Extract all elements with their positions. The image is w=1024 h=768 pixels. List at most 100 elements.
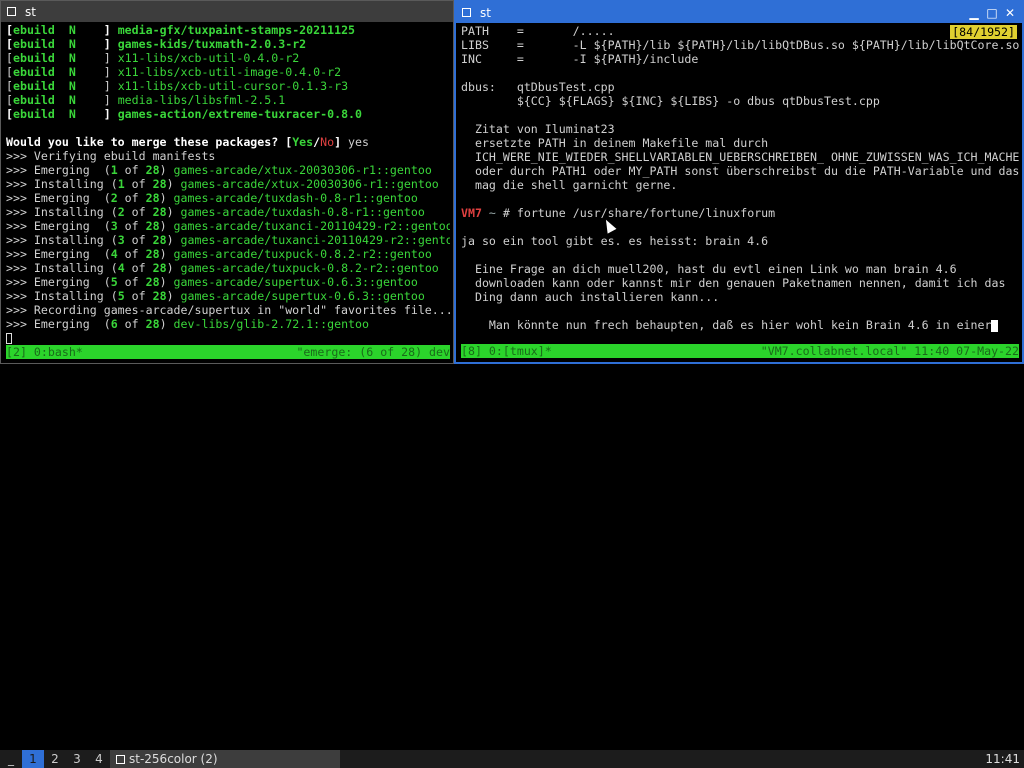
progress-close: ): [159, 163, 174, 177]
merge-yes: Yes: [292, 135, 314, 149]
progress-total: 28: [152, 205, 167, 219]
progress-n: 4: [117, 261, 125, 275]
window-icon[interactable]: [462, 8, 471, 17]
progress-package: games-arcade/tuxpuck-0.8.2-r2::gentoo: [180, 261, 439, 275]
prompt-dir: ~: [481, 206, 503, 220]
progress-package: games-arcade/tuxanci-20110429-r2::gentoo: [180, 233, 450, 247]
progress-line: >>> Emerging (3 of 28) games-arcade/tuxa…: [6, 219, 450, 233]
terminal-window-left[interactable]: st [ebuild N ] media-gfx/tuxpaint-stamps…: [0, 0, 454, 364]
progress-of: of: [124, 205, 153, 219]
workspace-2[interactable]: 2: [44, 750, 66, 768]
scroll-position-badge: [84/1952]: [950, 25, 1017, 39]
bracket: [: [6, 107, 13, 121]
ebuild-flag: ebuild N: [12, 107, 104, 121]
window-title-right: st: [480, 5, 491, 20]
progress-of: of: [117, 219, 146, 233]
terminal-output-right[interactable]: [84/1952] PATH = /..... LIBS = -L ${PATH}…: [461, 24, 1019, 362]
progress-package: games-arcade/supertux-0.6.3::gentoo: [173, 275, 418, 289]
bracket: ]: [103, 93, 118, 107]
workspace-4[interactable]: 4: [88, 750, 110, 768]
progress-verb: >>> Installing (: [6, 233, 118, 247]
ebuild-flag: ebuild N: [12, 23, 104, 37]
bracket: ]: [103, 79, 118, 93]
progress-total: 28: [145, 163, 160, 177]
progress-line: >>> Installing (5 of 28) games-arcade/su…: [6, 289, 450, 303]
command-text: fortune /usr/share/fortune/linuxforum: [509, 206, 776, 220]
status-left: [8] 0:[tmux]*: [461, 344, 552, 358]
package-name: games-action/extreme-tuxracer-0.8.0: [117, 107, 363, 121]
progress-of: of: [117, 317, 146, 331]
progress-line: >>> Installing (4 of 28) games-arcade/tu…: [6, 261, 450, 275]
progress-verb: >>> Emerging (: [6, 317, 111, 331]
progress-of: of: [117, 275, 146, 289]
progress-total: 28: [145, 275, 160, 289]
ebuild-flag: ebuild N: [12, 65, 104, 79]
progress-verb: >>> Installing (: [6, 177, 118, 191]
terminal-line: ${CC} ${FLAGS} ${INC} ${LIBS} -o dbus qt…: [461, 94, 880, 108]
minimize-icon[interactable]: ▁: [966, 5, 982, 21]
progress-line: >>> Installing (2 of 28) games-arcade/tu…: [6, 205, 450, 219]
task-label: st-256color (2): [129, 752, 218, 766]
progress-package: games-arcade/supertux-0.6.3::gentoo: [180, 289, 425, 303]
progress-line: >>> Emerging (2 of 28) games-arcade/tuxd…: [6, 191, 450, 205]
bracket: ]: [103, 37, 118, 51]
progress-package: games-arcade/xtux-20030306-r1::gentoo: [180, 177, 439, 191]
title-bar-left[interactable]: st: [1, 1, 453, 22]
terminal-window-right[interactable]: st ▁ □ ✕ [84/1952] PATH = /..... LIBS = -…: [454, 0, 1024, 364]
clock: 11:41: [985, 752, 1020, 766]
progress-verb: >>> Installing (: [6, 261, 118, 275]
progress-total: 28: [152, 289, 167, 303]
terminal-line: dbus: qtDbusTest.cpp: [461, 80, 615, 94]
terminal-output-left[interactable]: [ebuild N ] media-gfx/tuxpaint-stamps-20…: [6, 23, 450, 363]
terminal-line: [ebuild N ] x11-libs/xcb-util-cursor-0.1…: [6, 79, 450, 93]
progress-close: ): [166, 205, 181, 219]
progress-line: >>> Emerging (4 of 28) games-arcade/tuxp…: [6, 247, 450, 261]
progress-close: ): [159, 219, 174, 233]
progress-close: ): [166, 233, 181, 247]
progress-total: 28: [145, 219, 160, 233]
workspace-3[interactable]: 3: [66, 750, 88, 768]
progress-of: of: [124, 177, 153, 191]
layout-indicator-icon[interactable]: _: [0, 750, 22, 768]
bracket: [: [6, 51, 13, 65]
progress-n: 4: [110, 247, 118, 261]
terminal-line: mag die shell garnicht gerne.: [461, 178, 678, 192]
progress-close: ): [166, 289, 181, 303]
maximize-icon[interactable]: □: [984, 5, 1000, 21]
progress-of: of: [124, 261, 153, 275]
terminal-line: PATH = /.....: [461, 24, 615, 38]
tmux-status-bar-right: [8] 0:[tmux]* "VM7.collabnet.local" 11:40…: [461, 344, 1019, 358]
status-left: [2] 0:bash*: [6, 345, 83, 359]
progress-total: 28: [145, 247, 160, 261]
status-right: "VM7.collabnet.local" 11:40 07-May-22: [760, 344, 1019, 358]
taskbar-task-st[interactable]: st-256color (2): [110, 750, 340, 768]
progress-n: 3: [117, 233, 125, 247]
progress-verb: >>> Emerging (: [6, 163, 111, 177]
terminal-line: INC = -I ${PATH}/include: [461, 52, 699, 66]
progress-line: >>> Installing (3 of 28) games-arcade/tu…: [6, 233, 450, 247]
workspace-1[interactable]: 1: [22, 750, 44, 768]
ebuild-flag: ebuild N: [12, 51, 104, 65]
progress-verb: >>> Emerging (: [6, 191, 111, 205]
progress-verb: >>> Emerging (: [6, 219, 111, 233]
progress-line: >>> Emerging (1 of 28) games-arcade/xtux…: [6, 163, 450, 177]
window-icon[interactable]: [7, 7, 16, 16]
window-icon: [116, 754, 125, 764]
progress-total: 28: [152, 177, 167, 191]
progress-close: ): [159, 275, 174, 289]
taskbar: _ 1234 st-256color (2) 11:41: [0, 750, 1024, 768]
terminal-line: [ebuild N ] games-action/extreme-tuxrace…: [6, 107, 450, 121]
package-name: x11-libs/xcb-util-cursor-0.1.3-r3: [117, 79, 349, 93]
prompt-line: VM7 ~ # fortune /usr/share/fortune/linux…: [461, 206, 1019, 220]
recording-line: >>> Recording games-arcade/supertux in "…: [6, 303, 450, 317]
tmux-status-bar-left: [2] 0:bash* "emerge: (6 of 28) dev: [6, 345, 450, 359]
progress-package: dev-libs/glib-2.72.1::gentoo: [173, 317, 369, 331]
progress-total: 28: [145, 191, 160, 205]
progress-package: games-arcade/tuxdash-0.8-r1::gentoo: [180, 205, 425, 219]
close-icon[interactable]: ✕: [1002, 5, 1018, 21]
merge-prompt-line: Would you like to merge these packages? …: [6, 135, 450, 149]
terminal-line: ICH_WERE_NIE_WIEDER_SHELLVARIABLEN_UEBER…: [461, 150, 1019, 164]
title-bar-right[interactable]: st ▁ □ ✕: [456, 2, 1022, 23]
